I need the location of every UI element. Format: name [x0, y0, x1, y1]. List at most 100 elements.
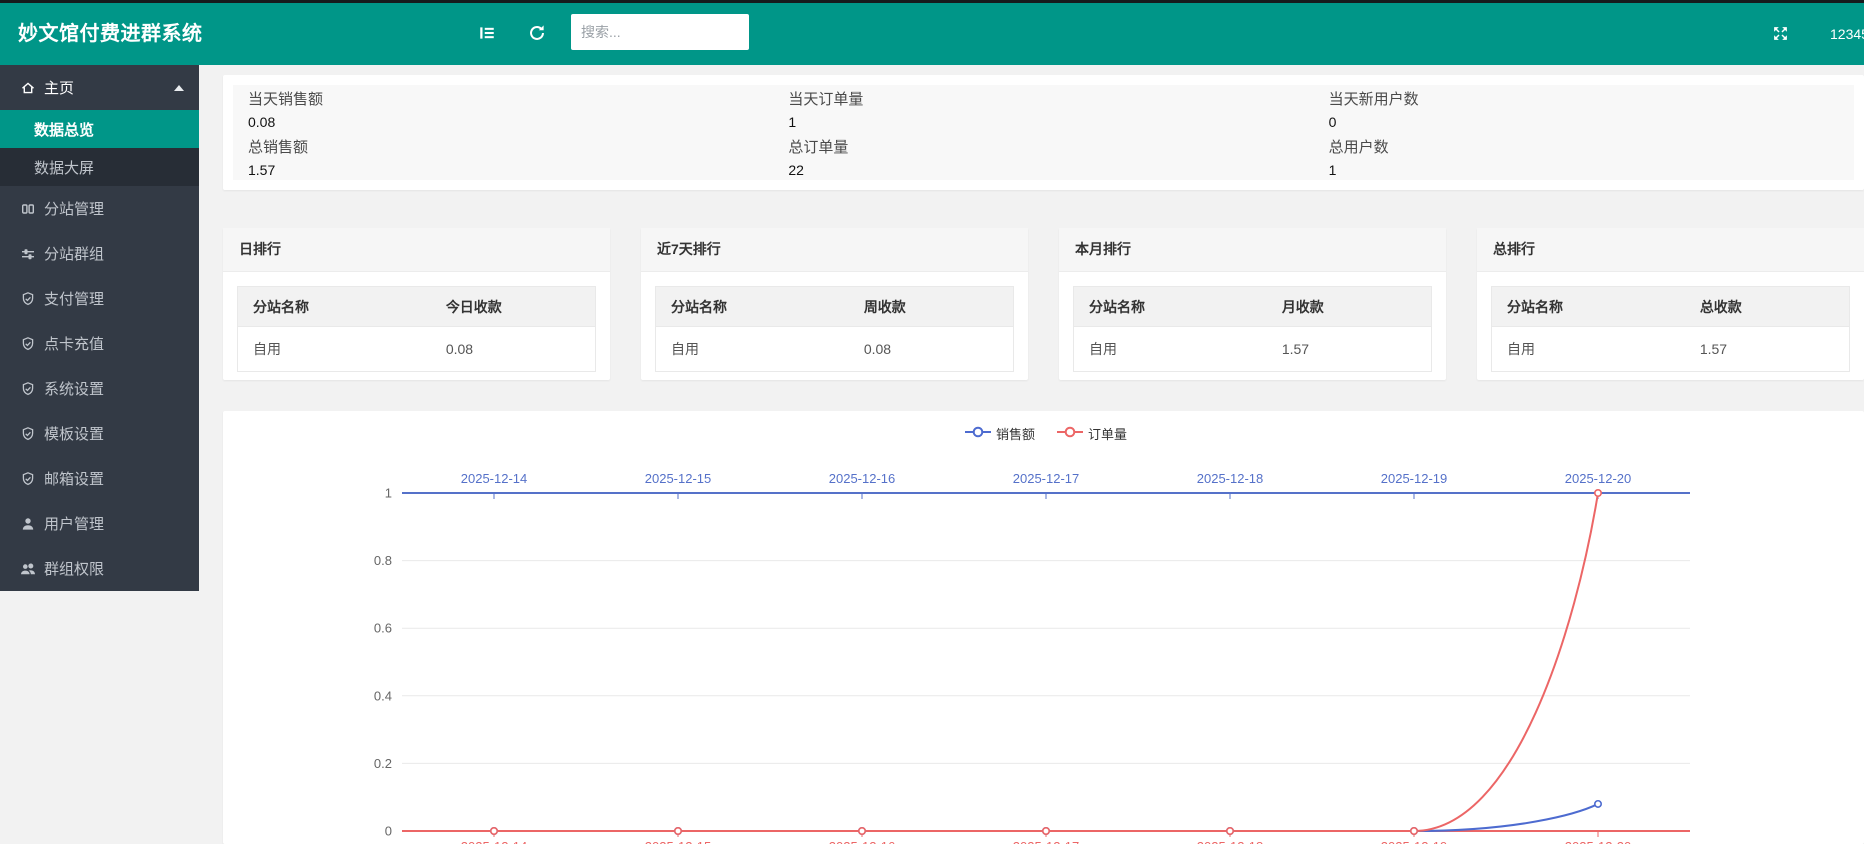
svg-text:2025-12-17: 2025-12-17 [1013, 839, 1080, 844]
sidebar-item-5[interactable]: 系统设置 [0, 366, 199, 411]
sidebar-item-7[interactable]: 邮箱设置 [0, 456, 199, 501]
home-icon [20, 80, 36, 96]
table-cell: 0.08 [849, 327, 1014, 372]
svg-text:0.4: 0.4 [374, 688, 392, 703]
table-cell: 自用 [1074, 327, 1267, 372]
svg-text:2025-12-17: 2025-12-17 [1013, 471, 1080, 486]
svg-text:2025-12-15: 2025-12-15 [645, 471, 712, 486]
ranking-card-title: 日排行 [223, 228, 610, 272]
table-cell: 1.57 [1267, 327, 1432, 372]
stat-value: 0.08 [248, 111, 758, 133]
sidebar-item-label: 支付管理 [44, 288, 104, 309]
sidebar-item-9[interactable]: 群组权限 [0, 546, 199, 591]
table-cell: 1.57 [1685, 327, 1850, 372]
app-title: 妙文馆付费进群系统 [18, 3, 203, 65]
stat-cell-1: 当天订单量1 [773, 85, 1313, 133]
svg-text:1: 1 [385, 486, 392, 501]
svg-text:2025-12-15: 2025-12-15 [645, 839, 712, 844]
sidebar-item-label: 主页 [44, 77, 74, 98]
svg-text:0.2: 0.2 [374, 756, 392, 771]
ranking-table: 分站名称今日收款自用0.08 [237, 286, 596, 372]
shield-check-icon [20, 336, 36, 352]
refresh-icon[interactable] [524, 20, 550, 46]
sidebar-item-3[interactable]: 支付管理 [0, 276, 199, 321]
svg-text:2025-12-18: 2025-12-18 [1197, 839, 1264, 844]
column-header: 总收款 [1685, 287, 1850, 327]
ranking-card-title: 本月排行 [1059, 228, 1446, 272]
sidebar-subitem-label: 数据大屏 [34, 157, 94, 178]
sidebar: 主页数据总览数据大屏分站管理分站群组支付管理点卡充值系统设置模板设置邮箱设置用户… [0, 65, 199, 591]
table-cell: 自用 [238, 327, 431, 372]
ranking-cards-row: 日排行分站名称今日收款自用0.08近7天排行分站名称周收款自用0.08本月排行分… [223, 228, 1864, 380]
table-row: 自用0.08 [656, 327, 1014, 372]
ranking-card-title: 总排行 [1477, 228, 1864, 272]
column-header: 分站名称 [1492, 287, 1685, 327]
stat-cell-2: 当天新用户数0 [1314, 85, 1854, 133]
svg-text:2025-12-16: 2025-12-16 [829, 839, 896, 844]
username[interactable]: 12345 [1830, 3, 1864, 65]
ranking-card-0: 日排行分站名称今日收款自用0.08 [223, 228, 610, 380]
ranking-card-body: 分站名称月收款自用1.57 [1059, 272, 1446, 386]
svg-text:0.8: 0.8 [374, 553, 392, 568]
sidebar-subitem-0-1[interactable]: 数据大屏 [0, 148, 199, 186]
ranking-card-body: 分站名称今日收款自用0.08 [223, 272, 610, 386]
stat-label: 当天销售额 [248, 89, 758, 111]
shield-check-icon [20, 471, 36, 487]
columns-icon [20, 201, 36, 217]
svg-text:2025-12-20: 2025-12-20 [1565, 839, 1632, 844]
stat-cell-0: 当天销售额0.08 [233, 85, 773, 133]
stat-value: 22 [788, 159, 1298, 181]
search-input[interactable] [571, 14, 749, 50]
sidebar-item-label: 点卡充值 [44, 333, 104, 354]
table-row: 自用1.57 [1074, 327, 1432, 372]
ranking-card-2: 本月排行分站名称月收款自用1.57 [1059, 228, 1446, 380]
svg-text:2025-12-16: 2025-12-16 [829, 471, 896, 486]
shield-check-icon [20, 426, 36, 442]
sidebar-item-label: 系统设置 [44, 378, 104, 399]
ranking-card-1: 近7天排行分站名称周收款自用0.08 [641, 228, 1028, 380]
sidebar-item-0[interactable]: 主页 [0, 65, 199, 110]
table-row: 自用0.08 [238, 327, 596, 372]
table-cell: 0.08 [431, 327, 596, 372]
user-icon [20, 516, 36, 532]
sales-orders-chart: 00.20.40.60.812025-12-142025-12-142025-1… [223, 411, 1864, 844]
stat-cell-5: 总用户数1 [1314, 133, 1854, 181]
sidebar-item-1[interactable]: 分站管理 [0, 186, 199, 231]
stat-cell-4: 总订单量22 [773, 133, 1313, 181]
fullscreen-icon[interactable] [1767, 20, 1793, 46]
sidebar-item-8[interactable]: 用户管理 [0, 501, 199, 546]
ranking-table: 分站名称总收款自用1.57 [1491, 286, 1850, 372]
ranking-table: 分站名称周收款自用0.08 [655, 286, 1014, 372]
shield-check-icon [20, 291, 36, 307]
svg-text:0: 0 [385, 824, 392, 839]
stat-label: 总销售额 [248, 137, 758, 159]
sidebar-item-4[interactable]: 点卡充值 [0, 321, 199, 366]
ranking-card-body: 分站名称总收款自用1.57 [1477, 272, 1864, 386]
menu-toggle-icon[interactable] [474, 20, 500, 46]
column-header: 分站名称 [656, 287, 849, 327]
svg-text:2025-12-18: 2025-12-18 [1197, 471, 1264, 486]
stat-label: 总订单量 [788, 137, 1298, 159]
sliders-icon [20, 246, 36, 262]
stat-cell-3: 总销售额1.57 [233, 133, 773, 181]
ranking-card-3: 总排行分站名称总收款自用1.57 [1477, 228, 1864, 380]
sidebar-subitem-0-0[interactable]: 数据总览 [0, 110, 199, 148]
column-header: 今日收款 [431, 287, 596, 327]
stats-grid: 当天销售额0.08当天订单量1当天新用户数0总销售额1.57总订单量22总用户数… [233, 85, 1854, 180]
header: 妙文馆付费进群系统 12345 [0, 0, 1864, 65]
stat-label: 总用户数 [1329, 137, 1839, 159]
table-cell: 自用 [1492, 327, 1685, 372]
stat-value: 1 [788, 111, 1298, 133]
table-cell: 自用 [656, 327, 849, 372]
column-header: 月收款 [1267, 287, 1432, 327]
ranking-table: 分站名称月收款自用1.57 [1073, 286, 1432, 372]
stat-label: 当天订单量 [788, 89, 1298, 111]
sidebar-item-2[interactable]: 分站群组 [0, 231, 199, 276]
users-icon [20, 561, 36, 577]
sidebar-item-label: 邮箱设置 [44, 468, 104, 489]
table-row: 自用1.57 [1492, 327, 1850, 372]
ranking-card-title: 近7天排行 [641, 228, 1028, 272]
sidebar-item-label: 模板设置 [44, 423, 104, 444]
sidebar-item-6[interactable]: 模板设置 [0, 411, 199, 456]
ranking-card-body: 分站名称周收款自用0.08 [641, 272, 1028, 386]
